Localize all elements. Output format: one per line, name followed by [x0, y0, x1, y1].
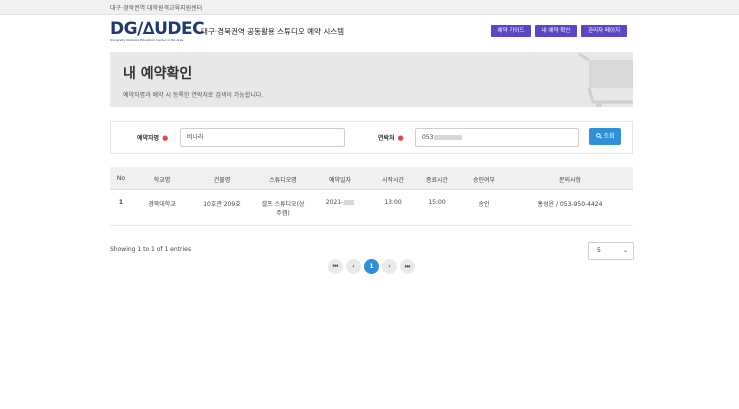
name-label-text: 예약자명 — [137, 135, 160, 142]
cell-status: 승인 — [478, 201, 490, 208]
first-page-icon: ⏮ — [332, 263, 339, 270]
next-page-button[interactable]: › — [382, 259, 397, 274]
cell-date-text: 2021- — [325, 199, 344, 206]
redacted-value — [344, 200, 355, 205]
search-form: 예약자명 ● 비나라 연락처 ● 053 조회 — [110, 121, 633, 154]
nav-admin-button[interactable]: 관리자 페이지 — [581, 25, 627, 37]
col-start: 시작시간 — [381, 177, 405, 184]
required-mark: ● — [397, 134, 404, 142]
page-banner: 내 예약확인 예약자명과 예약 시 등록한 연락처로 검색이 가능합니다. — [110, 52, 633, 107]
nav-my-reservation-button[interactable]: 내 예약 확인 — [535, 25, 577, 37]
col-building: 건물명 — [213, 177, 231, 184]
first-page-button[interactable]: ⏮ — [328, 259, 343, 274]
phone-input[interactable]: 053 — [415, 128, 579, 147]
chevron-down-icon: ⌄ — [622, 247, 628, 254]
logo[interactable]: DG∕∆UDEC University Distance Education C… — [110, 21, 205, 43]
org-name: 대구·경북권역 대학원격교육지원센터 — [110, 5, 203, 12]
logo-subtext: University Distance Education Center in … — [110, 38, 184, 42]
cell-contact: 홍성윤 / 053-950-4424 — [537, 201, 603, 208]
chevron-right-icon: › — [388, 263, 391, 270]
last-page-icon: ⏭ — [404, 263, 411, 270]
name-input-value: 비나라 — [187, 134, 204, 141]
cell-studio-line2: 주캠) — [276, 210, 290, 217]
top-bar: 대구·경북권역 대학원격교육지원센터 — [0, 0, 739, 15]
page-button-current[interactable]: 1 — [364, 259, 379, 274]
page-size-select[interactable]: 5 ⌄ — [588, 242, 634, 260]
cell-end: 15:00 — [428, 199, 446, 206]
phone-input-value: 053 — [422, 134, 434, 141]
entries-info: Showing 1 to 1 of 1 entries — [110, 246, 191, 253]
search-icon — [595, 133, 602, 139]
search-button[interactable]: 조회 — [589, 128, 621, 145]
redacted-value — [434, 135, 463, 140]
page-description: 예약자명과 예약 시 등록한 연락처로 검색이 가능합니다. — [123, 92, 264, 99]
cell-no: 1 — [118, 199, 124, 206]
cell-building: 10호관 209호 — [203, 201, 241, 208]
cell-school: 경북대학교 — [148, 201, 176, 208]
page-size-value: 5 — [597, 247, 601, 254]
col-date: 예약일자 — [328, 177, 352, 184]
nav-guide-button[interactable]: 예약 가이드 — [491, 25, 531, 37]
col-contact: 문의사항 — [558, 177, 582, 184]
col-end: 종료시간 — [425, 177, 449, 184]
name-label: 예약자명 ● — [137, 133, 168, 142]
col-status: 승인여부 — [472, 177, 496, 184]
col-studio: 스튜디오명 — [269, 177, 297, 184]
col-no: No — [116, 175, 126, 182]
search-button-label: 조회 — [603, 133, 615, 140]
cell-studio-line1: 셀프 스튜디오(상 — [261, 201, 305, 208]
chevron-left-icon: ‹ — [352, 263, 355, 270]
page-title: 내 예약확인 — [123, 66, 193, 82]
name-input[interactable]: 비나라 — [180, 128, 345, 147]
prev-page-button[interactable]: ‹ — [346, 259, 361, 274]
phone-label: 연락처 ● — [378, 133, 404, 142]
table-header: No 학교명 건물명 스튜디오명 예약일자 시작시간 종료시간 승인여부 문의사… — [110, 167, 633, 190]
last-page-button[interactable]: ⏭ — [400, 259, 415, 274]
logo-text: DG∕∆UDEC — [110, 19, 205, 39]
cell-date: 2021- — [322, 199, 358, 206]
required-mark: ● — [162, 134, 169, 142]
cell-start: 13:00 — [384, 199, 402, 206]
col-school: 학교명 — [153, 177, 171, 184]
site-title: 대구·경북권역 공동활용 스튜디오 예약 시스템 — [201, 27, 345, 36]
table-row[interactable]: 1 경북대학교 10호관 209호 셀프 스튜디오(상 주캠) 2021- 13… — [110, 190, 633, 226]
phone-label-text: 연락처 — [378, 135, 395, 142]
header: DG∕∆UDEC University Distance Education C… — [0, 15, 739, 48]
cart-icon — [578, 52, 633, 107]
